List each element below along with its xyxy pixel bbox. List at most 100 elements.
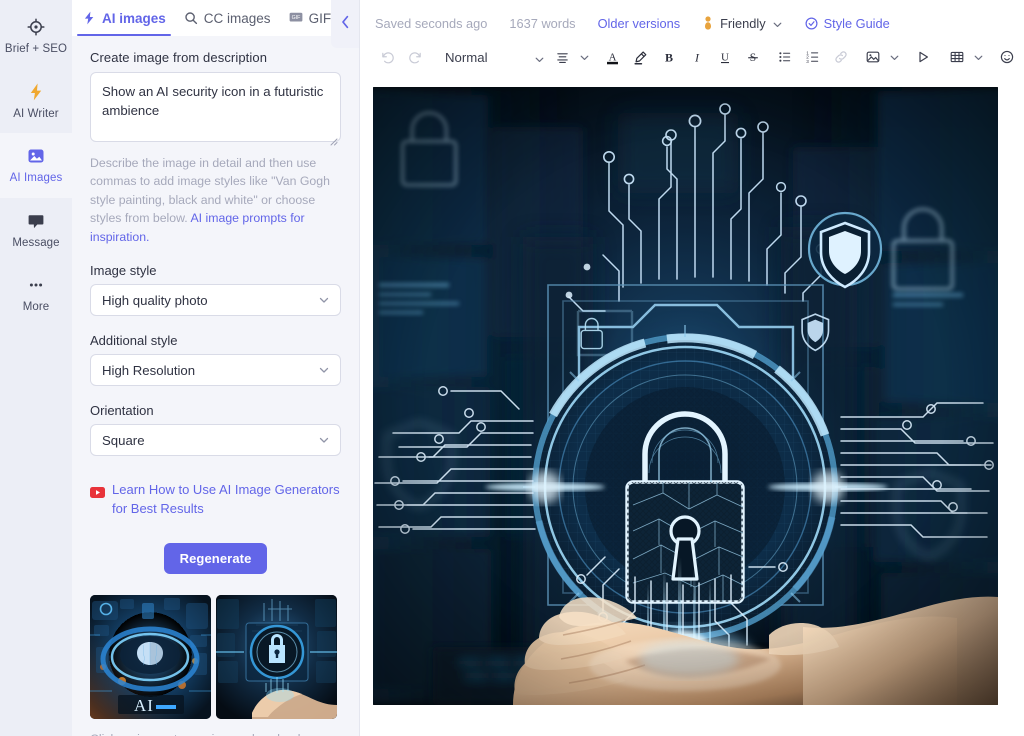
collapse-panel-button[interactable] <box>331 0 359 48</box>
paragraph-style-value: Normal <box>445 49 488 65</box>
lightning-bolt-icon <box>26 82 46 102</box>
additional-style-value: High Resolution <box>102 362 196 378</box>
svg-text:AI: AI <box>134 696 154 715</box>
svg-text:I: I <box>694 50 700 64</box>
thumbnail-padlock-hand[interactable] <box>216 594 337 719</box>
thumbnail-ai-brain-circuit[interactable]: AI <box>90 594 211 719</box>
tutorial-link-row[interactable]: Learn How to Use AI Image Generators for… <box>90 481 341 519</box>
chevron-down-icon <box>973 52 984 63</box>
chevron-left-icon <box>340 14 351 35</box>
panel-body: Create image from description Describe t… <box>72 36 359 736</box>
paragraph-style-select[interactable]: Normal <box>439 50 545 65</box>
gif-icon: GIF <box>289 11 303 25</box>
sidebar-item-label: More <box>22 301 50 313</box>
thumbnail-caption: Click on image to preview or download <box>90 732 341 736</box>
chevron-down-icon <box>318 294 330 306</box>
insert-image-button[interactable] <box>859 43 887 71</box>
align-button[interactable] <box>549 43 577 71</box>
highlight-button[interactable] <box>627 43 655 71</box>
additional-style-label: Additional style <box>90 333 178 349</box>
left-nav-rail: Brief + SEO AI Writer AI Images Message … <box>0 0 72 736</box>
tone-selector[interactable]: Friendly <box>702 16 783 31</box>
sidebar-item-label: AI Images <box>9 172 63 184</box>
generated-thumbnails: AI <box>90 594 341 719</box>
tutorial-link-label: Learn How to Use AI Image Generators for… <box>112 482 340 517</box>
saved-status: Saved seconds ago <box>375 15 488 31</box>
tone-label: Friendly <box>720 15 766 31</box>
regenerate-button[interactable]: Regenerate <box>163 542 268 574</box>
tab-cc-images[interactable]: CC images <box>184 0 271 36</box>
numbered-list-button[interactable]: 1 2 3 <box>799 43 827 71</box>
table-dropdown-button[interactable] <box>971 43 987 71</box>
older-versions-link[interactable]: Older versions <box>598 16 681 31</box>
additional-style-select[interactable]: High Resolution <box>90 354 341 387</box>
underline-button[interactable]: U <box>711 43 739 71</box>
tab-ai-images[interactable]: AI images <box>77 0 171 36</box>
prompt-input-wrapper <box>90 72 341 147</box>
sidebar-item-label: Brief + SEO <box>4 43 68 55</box>
panel-tab-bar: AI images CC images GIF GIFs <box>72 0 359 48</box>
formatting-toolbar: Normal A B I U S 1 2 3 <box>360 39 1024 75</box>
insert-video-button[interactable] <box>909 43 937 71</box>
link-button[interactable] <box>827 43 855 71</box>
target-icon <box>26 17 46 37</box>
chevron-down-icon <box>579 52 590 63</box>
document-canvas[interactable] <box>360 75 1024 736</box>
sidebar-item-more[interactable]: More <box>0 262 72 327</box>
svg-text:U: U <box>721 51 729 63</box>
sidebar-item-label: Message <box>12 236 60 249</box>
svg-text:GIF: GIF <box>291 15 300 21</box>
style-guide-button[interactable]: Style Guide <box>805 16 890 31</box>
undo-button[interactable] <box>373 43 401 71</box>
document-image-ai-security[interactable] <box>373 87 998 705</box>
text-color-button[interactable]: A <box>599 43 627 71</box>
document-status-bar: Saved seconds ago 1637 words Older versi… <box>360 7 1024 39</box>
sidebar-item-ai-images[interactable]: AI Images <box>0 133 72 198</box>
sidebar-item-label: AI Writer <box>13 107 59 120</box>
italic-button[interactable]: I <box>683 43 711 71</box>
search-icon <box>184 11 198 25</box>
align-dropdown-button[interactable] <box>577 43 593 71</box>
sidebar-item-message[interactable]: Message <box>0 198 72 263</box>
regenerate-row: Regenerate <box>90 542 341 574</box>
strikethrough-button[interactable]: S <box>739 43 767 71</box>
prompt-label: Create image from description <box>90 50 268 65</box>
document-editor: Saved seconds ago 1637 words Older versi… <box>360 0 1024 736</box>
tab-label: AI images <box>102 10 166 26</box>
lightning-bolt-icon <box>82 11 96 25</box>
app-root: Brief + SEO AI Writer AI Images Message … <box>0 0 1024 736</box>
chat-bubble-icon <box>26 211 46 231</box>
orientation-label: Orientation <box>90 403 154 419</box>
orientation-select[interactable]: Square <box>90 424 341 457</box>
tone-person-icon <box>702 16 714 30</box>
svg-text:B: B <box>664 50 672 64</box>
image-icon <box>26 146 46 166</box>
image-style-select[interactable]: High quality photo <box>90 284 341 317</box>
sidebar-item-brief-seo[interactable]: Brief + SEO <box>0 4 72 69</box>
image-style-value: High quality photo <box>102 292 208 308</box>
svg-text:A: A <box>609 51 617 63</box>
ai-images-panel: AI images CC images GIF GIFs Create imag… <box>72 0 360 736</box>
bold-button[interactable]: B <box>655 43 683 71</box>
check-circle-icon <box>805 16 818 30</box>
chevron-down-icon <box>534 52 545 63</box>
sidebar-item-ai-writer[interactable]: AI Writer <box>0 69 72 134</box>
chevron-down-icon <box>772 18 783 29</box>
redo-button[interactable] <box>401 43 429 71</box>
youtube-icon <box>90 485 105 499</box>
chevron-down-icon <box>318 434 330 446</box>
tab-label: CC images <box>203 10 271 26</box>
word-count: 1637 words <box>509 15 576 31</box>
insert-table-button[interactable] <box>943 43 971 71</box>
chevron-down-icon <box>889 52 900 63</box>
prompt-textarea[interactable] <box>90 72 341 142</box>
image-dropdown-button[interactable] <box>887 43 903 71</box>
insert-emoji-button[interactable] <box>993 43 1021 71</box>
prompt-helper-text: Describe the image in detail and then us… <box>90 154 341 246</box>
ellipsis-icon <box>26 275 46 295</box>
bulleted-list-button[interactable] <box>771 43 799 71</box>
style-guide-label: Style Guide <box>823 15 890 31</box>
image-style-label: Image style <box>90 263 157 279</box>
chevron-down-icon <box>318 364 330 376</box>
orientation-value: Square <box>102 432 145 448</box>
